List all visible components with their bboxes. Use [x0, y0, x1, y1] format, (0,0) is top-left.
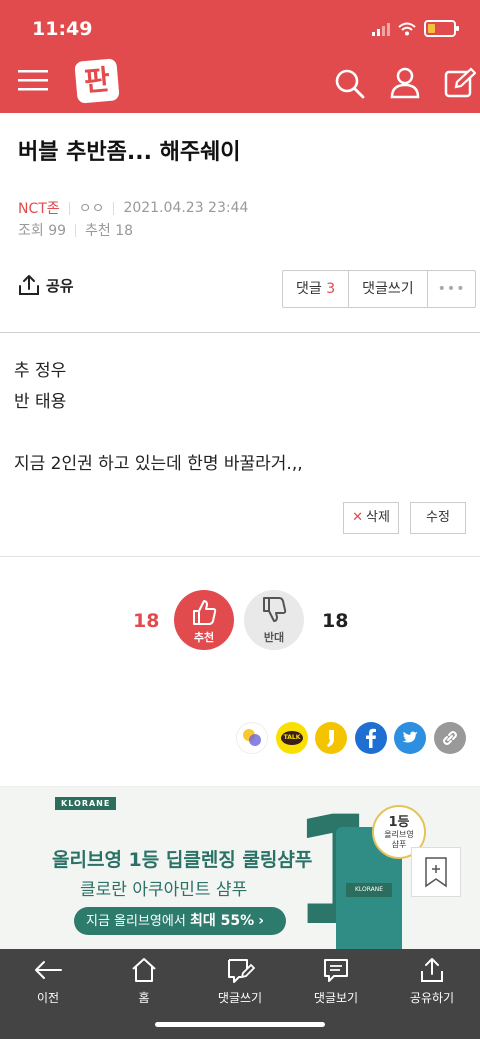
- edit-button[interactable]: 수정: [410, 502, 466, 534]
- nav-back[interactable]: 이전: [0, 957, 96, 1006]
- nav-label: 댓글쓰기: [217, 991, 263, 1005]
- share-icon: [19, 275, 39, 295]
- post-content: 추 정우 반 태용 지금 2인권 하고 있는데 한명 바꿀라거.,,: [14, 356, 303, 480]
- post-category[interactable]: NCT존: [18, 198, 60, 218]
- ad-cta-text: 지금 올리브영에서: [86, 914, 190, 929]
- post-views: 조회 99: [18, 223, 67, 239]
- post-recommends: 추천 18: [85, 223, 134, 239]
- ad-badge-category: 샴푸: [391, 840, 407, 849]
- upvote-count: 18: [133, 610, 160, 632]
- view-comments-icon: [324, 959, 348, 982]
- divider: [0, 332, 480, 333]
- comment-button-group: 댓글 3 댓글쓰기 •••: [282, 270, 477, 308]
- ad-headline-part: 올리브영 1등: [52, 849, 160, 871]
- ad-product-label: KLORANE: [346, 883, 392, 897]
- comments-count: 3: [326, 281, 336, 297]
- nav-view-comments[interactable]: 댓글보기: [288, 957, 384, 1006]
- downvote-button[interactable]: 반대: [244, 590, 304, 650]
- comments-label: 댓글: [296, 281, 322, 297]
- downvote-label: 반대: [263, 631, 285, 644]
- share-button[interactable]: 공유: [18, 274, 74, 296]
- nav-share[interactable]: 공유하기: [384, 957, 480, 1006]
- post-datetime: 2021.04.23 23:44: [123, 200, 249, 216]
- thumbs-up-icon: [193, 600, 217, 625]
- nav-write-comment[interactable]: 댓글쓰기: [192, 957, 288, 1006]
- link-icon[interactable]: [434, 722, 466, 754]
- kakaotalk-icon[interactable]: TALK: [276, 722, 308, 754]
- battery-icon: [424, 20, 459, 37]
- hamburger-icon[interactable]: [18, 68, 48, 92]
- nav-label: 이전: [36, 991, 60, 1005]
- comments-button[interactable]: 댓글 3: [283, 271, 350, 307]
- post-meta: NCT존 ㅇㅇ 2021.04.23 23:44: [18, 198, 248, 218]
- nav-label: 댓글보기: [313, 991, 359, 1005]
- edit-icon[interactable]: [444, 67, 476, 99]
- ad-headline-tail: 딥클렌징 쿨링샴푸: [159, 849, 313, 871]
- write-comment-button[interactable]: 댓글쓰기: [349, 271, 428, 307]
- home-indicator[interactable]: [155, 1022, 325, 1027]
- home-icon: [132, 958, 156, 982]
- bookmark-add-icon[interactable]: [411, 847, 461, 897]
- chevron-right-icon: ›: [258, 913, 265, 929]
- nav-label: 공유하기: [409, 991, 455, 1005]
- close-icon: ✕: [352, 510, 363, 525]
- facebook-icon[interactable]: [355, 722, 387, 754]
- nav-home[interactable]: 홈: [96, 957, 192, 1006]
- ad-subheadline: 클로란 아쿠아민트 샴푸: [80, 880, 248, 900]
- divider: [0, 556, 480, 557]
- pann-logo[interactable]: 판: [74, 58, 120, 104]
- content-line: 추 정우: [14, 361, 67, 381]
- user-icon[interactable]: [390, 67, 420, 99]
- twitter-icon[interactable]: [394, 722, 426, 754]
- back-arrow-icon: [35, 961, 62, 979]
- delete-label: 삭제: [365, 510, 390, 525]
- ad-badge-rank: 1등: [388, 815, 410, 830]
- more-button[interactable]: •••: [428, 271, 476, 307]
- content-line: 지금 2인권 하고 있는데 한명 바꿀라거.,,: [14, 454, 303, 474]
- share-label: 공유: [46, 276, 74, 295]
- thumbs-down-icon: [263, 597, 287, 622]
- search-icon[interactable]: [334, 68, 366, 100]
- status-icons: [372, 20, 459, 37]
- wifi-icon: [398, 22, 416, 35]
- ad-cta-button[interactable]: 지금 올리브영에서 최대 55% ›: [74, 907, 286, 935]
- ad-headline: 올리브영 1등 딥클렌징 쿨링샴푸: [52, 845, 312, 872]
- nav-label: 홈: [138, 991, 150, 1005]
- kakaostory-icon[interactable]: [236, 722, 268, 754]
- cellular-signal-icon: [372, 22, 390, 36]
- post-title: 버블 추반좀... 해주쉐이: [18, 140, 241, 165]
- ad-cta-bold: 최대 55%: [189, 913, 255, 929]
- status-time: 11:49: [32, 18, 93, 40]
- downvote-count: 18: [322, 610, 349, 632]
- post-stats: 조회 99 추천 18: [18, 220, 133, 240]
- ad-banner[interactable]: 1 KLORANE 올리브영 1등 딥클렌징 쿨링샴푸 클로란 아쿠아민트 샴푸…: [0, 787, 480, 949]
- upvote-button[interactable]: 추천: [174, 590, 234, 650]
- ad-brand-logo: KLORANE: [55, 797, 117, 810]
- write-comment-icon: [228, 959, 255, 983]
- content-line: 반 태용: [14, 392, 67, 412]
- ad-badge-store: 올리브영: [384, 830, 414, 839]
- share-icon: [421, 958, 443, 982]
- delete-button[interactable]: ✕ 삭제: [343, 502, 399, 534]
- post-author: ㅇㅇ: [78, 201, 105, 217]
- kakaotalk-label: TALK: [281, 731, 303, 745]
- upvote-label: 추천: [193, 631, 215, 644]
- comment-quote-icon[interactable]: [315, 722, 347, 754]
